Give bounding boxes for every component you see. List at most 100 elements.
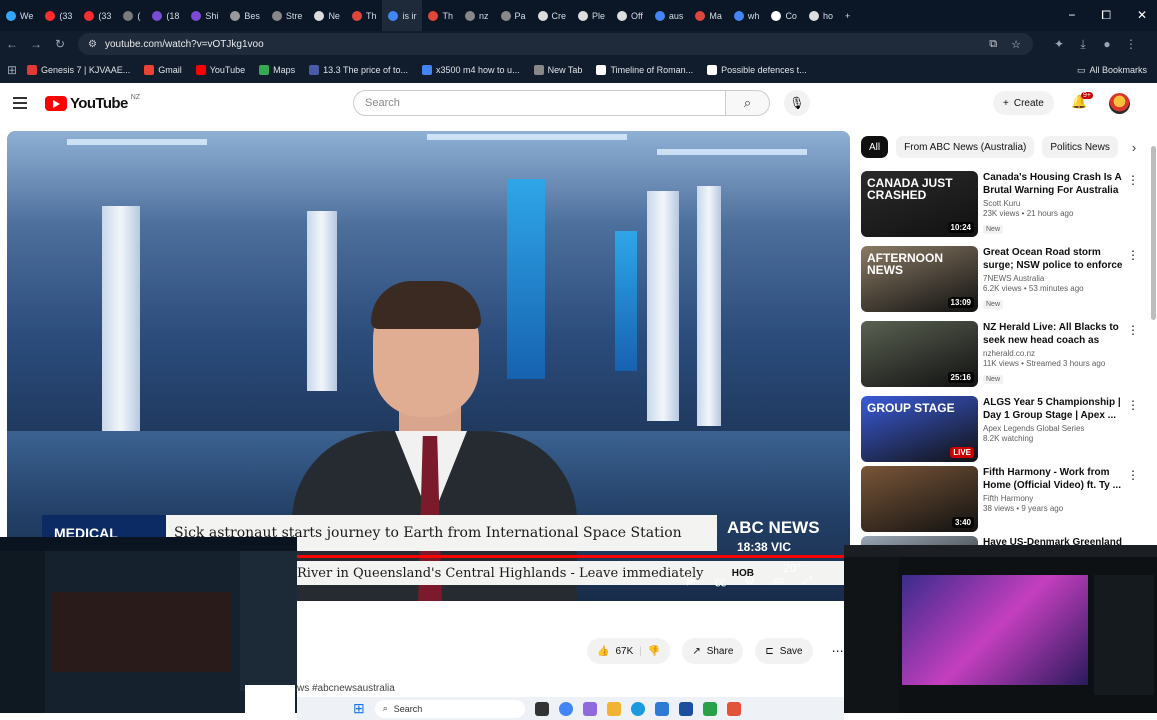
bookmark-item[interactable]: YouTube — [189, 65, 252, 75]
bookmark-item[interactable]: Maps — [252, 65, 302, 75]
settings-gear-icon[interactable]: ⚙ — [744, 573, 755, 590]
browser-tab[interactable]: We — [0, 0, 39, 31]
downloads-icon[interactable]: ⤓ — [1071, 37, 1095, 52]
bookmark-item[interactable]: Timeline of Roman... — [589, 65, 700, 75]
share-button[interactable]: ↗ Share — [682, 638, 744, 664]
back-icon[interactable]: ← — [0, 37, 24, 51]
video-title[interactable]: ALGS Year 5 Championship | Day 1 Group S… — [983, 396, 1125, 422]
chrome-icon[interactable] — [558, 701, 573, 716]
cast-icon[interactable]: ⧉ — [989, 38, 997, 51]
channel-name[interactable]: Fifth Harmony — [983, 494, 1125, 503]
browser-tab[interactable]: ho — [803, 0, 839, 31]
browser-tab[interactable]: nz — [459, 0, 495, 31]
browser-tab[interactable]: (18 — [146, 0, 185, 31]
like-count[interactable]: 67K — [615, 646, 633, 657]
chevron-right-icon[interactable]: › — [1132, 140, 1136, 155]
video-title[interactable]: Canada's Housing Crash Is A Brutal Warni… — [983, 171, 1125, 197]
new-tab-button[interactable]: + — [839, 0, 856, 31]
bookmark-item[interactable]: New Tab — [527, 65, 590, 75]
close-window-button[interactable]: ✕ — [1137, 8, 1147, 23]
menu-hamburger-icon[interactable] — [13, 97, 27, 112]
more-options-icon[interactable]: ⋮ — [1127, 323, 1139, 337]
browser-tab[interactable]: Stre — [266, 0, 309, 31]
all-bookmarks-button[interactable]: ▭ All Bookmarks — [1070, 65, 1157, 76]
bookmark-item[interactable]: Gmail — [137, 65, 189, 75]
bookmark-item[interactable]: x3500 m4 how to u... — [415, 65, 527, 75]
video-thumbnail[interactable]: AFTERNOON NEWS 13:09 — [861, 246, 978, 312]
browser-tab[interactable]: Off — [611, 0, 649, 31]
video-title[interactable]: Great Ocean Road storm surge; NSW police… — [983, 246, 1125, 272]
calculator-icon[interactable] — [678, 701, 693, 716]
browser-tab[interactable]: wh — [728, 0, 766, 31]
video-thumbnail[interactable]: CANADA JUST CRASHED 10:24 — [861, 171, 978, 237]
thumbs-up-icon[interactable]: 👍 — [597, 646, 609, 657]
browser-tab[interactable]: Ma — [689, 0, 728, 31]
video-player[interactable]: MEDICAL Sick astronaut starts journey to… — [7, 131, 850, 601]
browser-tab[interactable]: (33 — [39, 0, 78, 31]
recommended-video[interactable]: GROUP STAGE LIVE ALGS Year 5 Championship … — [861, 396, 1141, 464]
browser-tab[interactable]: Th — [346, 0, 383, 31]
video-thumbnail[interactable]: 3:40 — [861, 466, 978, 532]
browser-tab[interactable]: Pa — [495, 0, 532, 31]
bookmark-star-icon[interactable]: ☆ — [1011, 38, 1021, 51]
more-options-icon[interactable]: ⋮ — [1127, 248, 1139, 262]
more-options-icon[interactable]: ⋮ — [1127, 468, 1139, 482]
theater-mode-icon[interactable]: ▭ — [773, 573, 784, 590]
browser-tab[interactable]: Cre — [532, 0, 573, 31]
browser-tab[interactable]: Bes — [224, 0, 266, 31]
bookmark-item[interactable]: 13.3 The price of to... — [302, 65, 415, 75]
chip-from-abc-news[interactable]: From ABC News (Australia) — [896, 136, 1035, 158]
browser-tab[interactable]: Shi — [185, 0, 224, 31]
chip-all[interactable]: All — [861, 136, 889, 158]
thumbs-down-icon[interactable]: 👎 — [648, 646, 660, 657]
omnibox[interactable]: ⚙ youtube.com/watch?v=vOTJkg1voo ⧉ ☆ — [78, 33, 1033, 55]
browser-tab[interactable]: is ir — [382, 0, 423, 31]
browser-tab[interactable]: Co — [765, 0, 803, 31]
play-icon[interactable]: ▶ — [687, 573, 696, 590]
app-icon[interactable] — [726, 701, 741, 716]
search-button[interactable]: ⌕ — [726, 90, 770, 116]
channel-name[interactable]: 7NEWS Australia — [983, 274, 1125, 283]
video-title[interactable]: Fifth Harmony - Work from Home (Official… — [983, 466, 1125, 492]
channel-name[interactable]: Scott Kuru — [983, 199, 1125, 208]
recommended-video[interactable]: 3:40 Fifth Harmony - Work from Home (Offi… — [861, 466, 1141, 534]
browser-tab[interactable]: ( — [117, 0, 146, 31]
video-thumbnail[interactable]: 25:16 — [861, 321, 978, 387]
app-icon[interactable] — [702, 701, 717, 716]
captions-icon[interactable]: ㏄ — [714, 573, 726, 590]
fullscreen-icon[interactable]: ⤢ — [802, 573, 812, 590]
browser-tab[interactable]: aus — [649, 0, 690, 31]
taskbar-search[interactable]: ⌕ Search — [374, 699, 525, 718]
sidebar-scrollbar[interactable] — [1151, 146, 1156, 320]
video-title[interactable]: NZ Herald Live: All Blacks to seek new h… — [983, 321, 1125, 347]
extensions-icon[interactable]: ✦ — [1047, 37, 1071, 51]
browser-tab[interactable]: Th — [422, 0, 459, 31]
maximize-button[interactable]: ⧠ — [1101, 8, 1111, 23]
chip-politics-news[interactable]: Politics News — [1042, 136, 1118, 158]
mail-icon[interactable] — [654, 701, 669, 716]
start-icon[interactable]: ⊞ — [353, 700, 365, 717]
file-explorer-icon[interactable] — [606, 701, 621, 716]
channel-name[interactable]: Apex Legends Global Series — [983, 424, 1125, 433]
task-view-icon[interactable] — [534, 701, 549, 716]
video-thumbnail[interactable]: GROUP STAGE LIVE — [861, 396, 978, 462]
app-icon[interactable] — [582, 701, 597, 716]
description-snippet[interactable]: ws #abcnewsaustralia — [297, 683, 395, 694]
youtube-logo[interactable]: YouTube NZ — [45, 94, 140, 112]
create-button[interactable]: + Create — [993, 91, 1054, 115]
browser-tab[interactable]: Ple — [572, 0, 611, 31]
recommended-video[interactable]: 25:16 NZ Herald Live: All Blacks to seek … — [861, 321, 1141, 389]
forward-icon[interactable]: → — [24, 37, 48, 51]
bookmark-item[interactable]: Genesis 7 | KJVAAE... — [20, 65, 137, 75]
browser-tab[interactable]: (33 — [78, 0, 117, 31]
recommended-video[interactable]: AFTERNOON NEWS 13:09 Great Ocean Road stor… — [861, 246, 1141, 314]
browser-tab[interactable]: Ne — [308, 0, 346, 31]
site-info-icon[interactable]: ⚙ — [88, 39, 97, 50]
menu-icon[interactable]: ⋮ — [1119, 37, 1143, 51]
apps-grid-icon[interactable]: ⊞ — [4, 63, 20, 77]
bookmark-item[interactable]: Possible defences t... — [700, 65, 814, 75]
channel-name[interactable]: nzherald.co.nz — [983, 349, 1125, 358]
search-input[interactable]: Search — [353, 90, 726, 116]
profile-icon[interactable]: ● — [1095, 37, 1119, 51]
voice-search-mic-icon[interactable]: 🎙 — [784, 90, 810, 116]
